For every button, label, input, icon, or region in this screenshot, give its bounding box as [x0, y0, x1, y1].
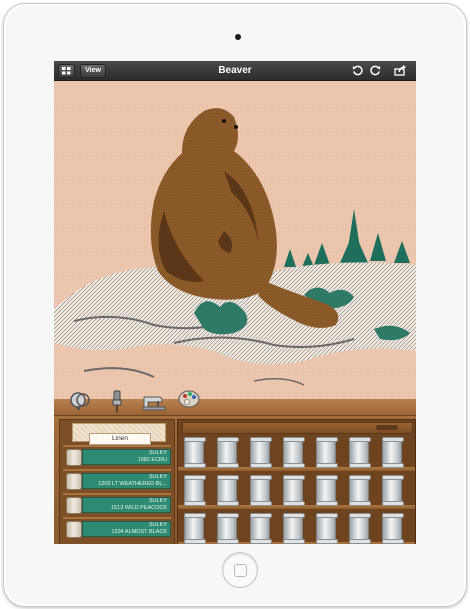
cabinet-top	[54, 390, 416, 416]
spool-icon	[66, 497, 82, 514]
thread-row[interactable]: SULKY 1082 ECRU	[63, 445, 171, 466]
empty-spool[interactable]	[217, 475, 239, 506]
empty-spool[interactable]	[382, 437, 404, 468]
camera-dot	[235, 34, 241, 40]
empty-spool[interactable]	[316, 475, 338, 506]
sewing-machine-icon[interactable]	[142, 389, 166, 411]
thread-cabinet: Linen SULKY 1082 ECRU SULKY 1203 LT WEAT…	[54, 390, 416, 544]
spool-icon	[66, 521, 82, 538]
spool-shelf	[177, 419, 416, 544]
empty-spool[interactable]	[250, 513, 272, 544]
empty-spool[interactable]	[184, 513, 206, 544]
fabric-label: Linen	[89, 433, 151, 445]
empty-spool[interactable]	[283, 513, 305, 544]
thread-tag: SULKY 1082 ECRU	[82, 449, 171, 465]
app-screen: View Beaver Linen SULKY 1082 ECRU SULKY …	[54, 61, 416, 544]
home-button[interactable]	[222, 552, 258, 588]
thread-name: 1513 WILD PEACOCK	[111, 505, 167, 511]
thread-list-panel: Linen SULKY 1082 ECRU SULKY 1203 LT WEAT…	[59, 419, 175, 544]
empty-spool[interactable]	[250, 437, 272, 468]
empty-spool[interactable]	[382, 513, 404, 544]
navigation-bar: View Beaver	[54, 61, 416, 81]
thread-tag: SULKY 1234 ALMOST BLACK	[82, 521, 171, 537]
thread-brand: SULKY	[148, 522, 167, 528]
hoop-icon[interactable]	[69, 389, 91, 411]
shelf-handle[interactable]	[376, 425, 398, 430]
embroidery-design	[54, 108, 416, 386]
empty-spool[interactable]	[316, 513, 338, 544]
thread-brand: SULKY	[148, 450, 167, 456]
share-icon[interactable]	[394, 65, 406, 76]
thread-tag: SULKY 1203 LT WEATHERED BL...	[82, 473, 171, 489]
empty-spool[interactable]	[217, 513, 239, 544]
empty-spool[interactable]	[349, 475, 371, 506]
empty-spool[interactable]	[349, 437, 371, 468]
thread-row[interactable]: SULKY 1203 LT WEATHERED BL...	[63, 469, 171, 490]
thread-row[interactable]: SULKY 1234 ALMOST BLACK	[63, 517, 171, 538]
palette-icon[interactable]	[178, 389, 200, 409]
thread-tag: SULKY 1513 WILD PEACOCK	[82, 497, 171, 513]
empty-spool[interactable]	[217, 437, 239, 468]
thread-brand: SULKY	[148, 498, 167, 504]
thread-brand: SULKY	[148, 474, 167, 480]
thread-name: 1203 LT WEATHERED BL...	[98, 481, 167, 487]
shelf-header	[182, 422, 413, 434]
redo-icon[interactable]	[370, 65, 381, 76]
empty-spool[interactable]	[283, 475, 305, 506]
empty-spool[interactable]	[316, 437, 338, 468]
thread-row[interactable]: SULKY 1513 WILD PEACOCK	[63, 493, 171, 514]
spool-icon	[66, 473, 82, 490]
empty-spool[interactable]	[250, 475, 272, 506]
undo-icon[interactable]	[352, 65, 363, 76]
empty-spool[interactable]	[382, 475, 404, 506]
spool-icon	[66, 449, 82, 466]
thread-name: 1082 ECRU	[137, 457, 167, 463]
tablet-frame: View Beaver Linen SULKY 1082 ECRU SULKY …	[3, 3, 467, 607]
empty-spool[interactable]	[283, 437, 305, 468]
thread-name: 1234 ALMOST BLACK	[111, 529, 167, 535]
needle-icon[interactable]	[110, 389, 124, 413]
empty-spool[interactable]	[184, 437, 206, 468]
home-square-icon	[234, 564, 247, 577]
embroidery-canvas[interactable]	[54, 81, 416, 401]
empty-spool[interactable]	[349, 513, 371, 544]
empty-spool[interactable]	[184, 475, 206, 506]
